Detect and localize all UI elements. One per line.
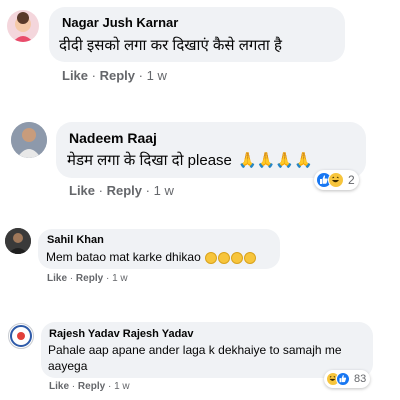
reply-link[interactable]: Reply	[107, 183, 142, 198]
comment-actions: Like · Reply · 1 w	[47, 273, 128, 284]
like-link[interactable]: Like	[62, 68, 88, 83]
reply-link[interactable]: Reply	[100, 68, 135, 83]
comment-text-line: मेडम लगा के दिखा दो please 🙏🙏🙏🙏	[67, 150, 313, 170]
like-icon	[336, 372, 350, 386]
comment-2: Nadeem Raaj मेडम लगा के दिखा दो please 🙏…	[0, 110, 400, 200]
comment-1: Nagar Jush Karnar दीदी इसको लगा कर दिखाए…	[0, 0, 400, 90]
comment-text-continued: aayega	[48, 359, 88, 373]
separator: ·	[138, 68, 143, 83]
timestamp[interactable]: 1 w	[154, 183, 174, 198]
avatar[interactable]	[5, 228, 31, 254]
comment-author[interactable]: Nagar Jush Karnar	[62, 15, 178, 30]
laughing-emoji-icon	[205, 251, 218, 264]
separator: ·	[91, 68, 96, 83]
laughing-emojis	[204, 250, 257, 264]
separator: ·	[105, 273, 110, 284]
comment-author[interactable]: Nadeem Raaj	[69, 130, 157, 146]
avatar[interactable]	[11, 122, 47, 158]
laughing-emoji-icon	[218, 251, 231, 264]
timestamp[interactable]: 1 w	[147, 68, 167, 83]
comment-text: मेडम लगा के दिखा दो please	[67, 152, 232, 169]
baby-photo-icon	[13, 12, 33, 42]
reply-link[interactable]: Reply	[76, 273, 103, 284]
laughing-emoji-icon	[231, 251, 244, 264]
haha-icon	[328, 172, 344, 188]
reply-link[interactable]: Reply	[78, 381, 105, 392]
comment-author[interactable]: Rajesh Yadav Rajesh Yadav	[49, 328, 194, 340]
timestamp[interactable]: 1 w	[114, 381, 130, 392]
like-link[interactable]: Like	[69, 183, 95, 198]
separator: ·	[71, 381, 76, 392]
comment-actions: Like · Reply · 1 w	[62, 68, 167, 83]
comment-text-line: Mem batao mat karke dhikao	[46, 250, 257, 264]
comment-author[interactable]: Sahil Khan	[47, 234, 104, 246]
like-link[interactable]: Like	[49, 381, 69, 392]
avatar[interactable]	[7, 10, 39, 42]
comment-actions: Like · Reply · 1 w	[69, 183, 174, 198]
comment-text: Pahale aap apane ander laga k dekhaiye t…	[48, 343, 342, 357]
comment-text: दीदी इसको लगा कर दिखाएं कैसे लगता है	[59, 37, 282, 54]
person-photo-icon	[11, 122, 47, 158]
reaction-summary[interactable]: 2	[314, 170, 359, 190]
separator: ·	[145, 183, 150, 198]
comment-4: Rajesh Yadav Rajesh Yadav Pahale aap apa…	[0, 310, 400, 400]
timestamp[interactable]: 1 w	[112, 273, 128, 284]
laughing-emoji-icon	[244, 251, 257, 264]
avatar[interactable]	[8, 323, 34, 349]
folded-hands-emoji: 🙏🙏🙏🙏	[238, 152, 313, 169]
separator: ·	[98, 183, 103, 198]
like-link[interactable]: Like	[47, 273, 67, 284]
separator: ·	[107, 381, 112, 392]
comment-actions: Like · Reply · 1 w	[49, 381, 130, 392]
separator: ·	[69, 273, 74, 284]
reaction-count: 2	[348, 173, 355, 187]
comment-3: Sahil Khan Mem batao mat karke dhikao Li…	[0, 220, 400, 290]
comment-text: Mem batao mat karke dhikao	[46, 250, 201, 264]
reaction-count: 83	[354, 373, 367, 385]
emblem-icon	[10, 325, 32, 347]
reaction-summary[interactable]: 83	[324, 370, 371, 388]
person-photo-icon	[5, 228, 31, 254]
